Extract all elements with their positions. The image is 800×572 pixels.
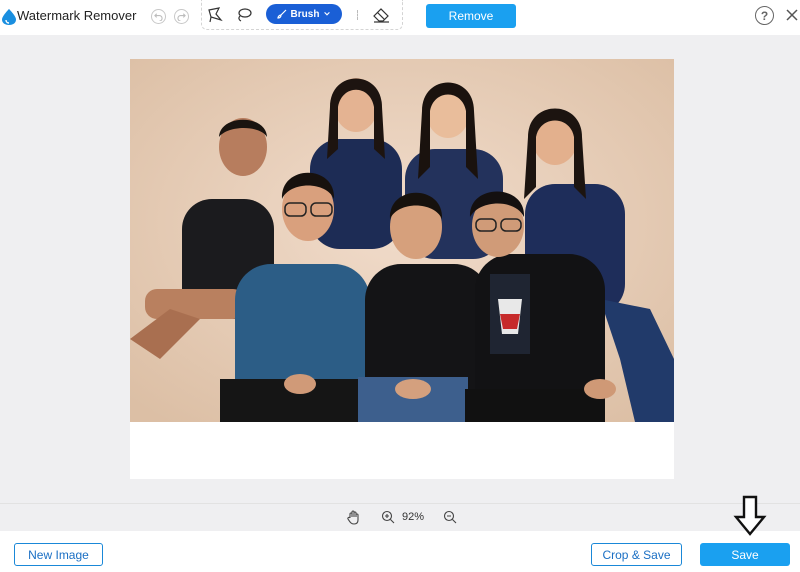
zoom-out-button[interactable]: [443, 510, 457, 524]
zoom-in-icon: [381, 510, 395, 524]
save-button[interactable]: Save: [700, 543, 790, 566]
help-button[interactable]: ?: [755, 6, 774, 25]
polygonal-lasso-icon: [208, 7, 223, 23]
brush-icon: [276, 9, 286, 19]
bottom-action-bar: New Image Crop & Save Save: [0, 531, 800, 572]
image-board: [130, 59, 674, 479]
editing-canvas[interactable]: [0, 35, 800, 503]
app-title: Watermark Remover: [17, 8, 137, 23]
close-button[interactable]: [785, 6, 799, 24]
lasso-button[interactable]: [235, 6, 253, 24]
tool-divider: [357, 10, 359, 20]
group-photo-image[interactable]: [130, 59, 674, 422]
eraser-icon: [372, 7, 389, 23]
new-image-button[interactable]: New Image: [14, 543, 103, 566]
hand-tool-button[interactable]: [347, 510, 361, 525]
redo-button[interactable]: [174, 9, 189, 24]
top-toolbar: Watermark Remover Brush Remove ?: [0, 0, 800, 34]
lasso-icon: [238, 8, 252, 22]
remove-button[interactable]: Remove: [426, 4, 516, 28]
brush-button[interactable]: Brush: [266, 4, 342, 24]
selection-tools-group: Brush: [201, 0, 403, 30]
zoom-bar: 92%: [0, 503, 800, 531]
crop-and-save-button[interactable]: Crop & Save: [591, 543, 682, 566]
hand-icon: [347, 510, 359, 525]
droplet-logo-icon: [2, 9, 16, 25]
undo-icon: [154, 13, 163, 21]
zoom-level: 92%: [402, 511, 425, 523]
zoom-out-icon: [443, 510, 457, 524]
chevron-down-icon: [324, 12, 331, 16]
polygonal-lasso-button[interactable]: [206, 6, 224, 24]
down-arrow-icon: [733, 495, 767, 536]
brush-label: Brush: [290, 8, 320, 20]
zoom-in-button[interactable]: [381, 510, 395, 524]
close-icon: [786, 9, 798, 21]
group-photo-illustration: [130, 59, 674, 422]
undo-button[interactable]: [151, 9, 166, 24]
eraser-button[interactable]: [372, 6, 390, 24]
redo-icon: [177, 13, 186, 21]
